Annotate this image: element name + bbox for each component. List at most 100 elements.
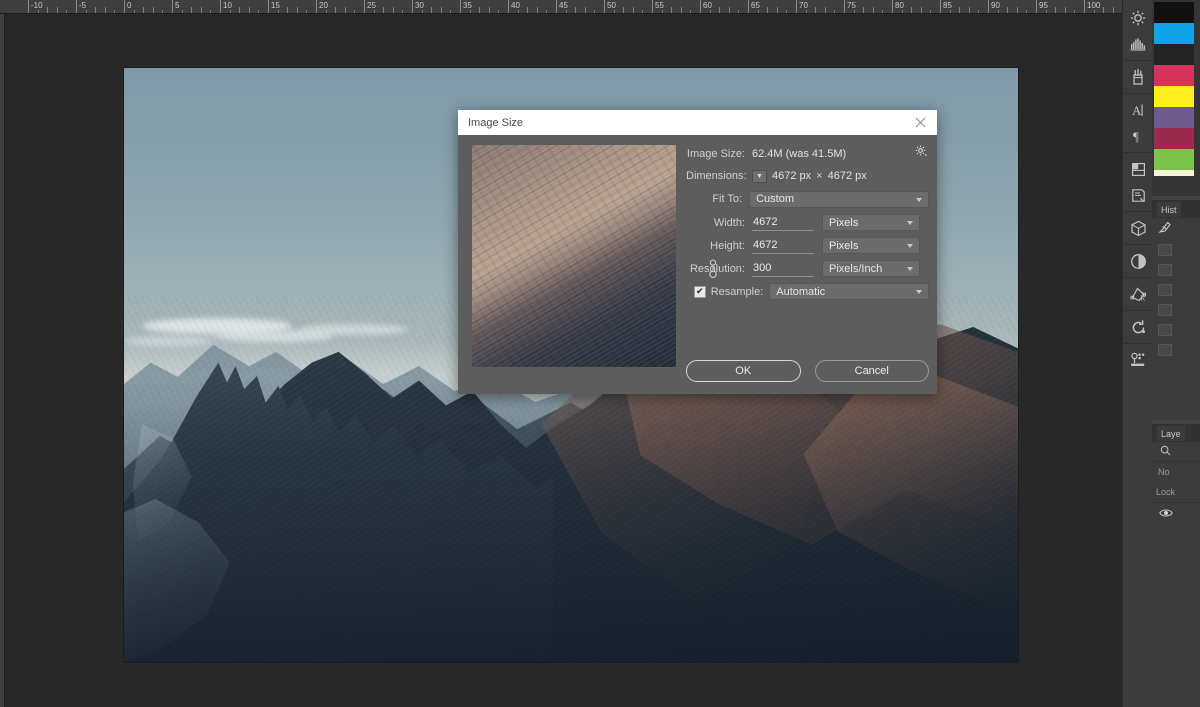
horizontal-ruler[interactable]: -10 -5 0 5 10 15 20 25 30 35 40 45 50 55 60 65 70 75 80 85 9… [0,0,1152,14]
swatch-color[interactable] [1154,128,1194,149]
ruler-label: -10 [31,1,43,10]
search-icon[interactable] [1160,445,1171,459]
fit-to-value: Custom [756,193,794,205]
ruler-minor-tick [469,10,471,13]
paths-icon[interactable]: R [1123,281,1153,307]
resolution-input[interactable] [752,260,814,277]
eye-icon[interactable] [1159,508,1173,521]
ruler-minor-tick [728,7,730,13]
swatch-color[interactable] [1154,149,1194,170]
history-panel-tabbar: Hist [1152,200,1200,218]
height-input[interactable] [752,237,814,254]
ruler-minor-tick [306,10,308,13]
ruler-minor-tick [383,7,385,13]
adjustments-icon[interactable] [1123,5,1153,31]
width-label: Width: [713,216,745,229]
swatch-color[interactable] [1154,2,1194,23]
ruler-minor-tick [815,7,817,13]
cancel-button[interactable]: Cancel [814,360,929,382]
image-preview-thumbnail[interactable] [472,145,676,367]
blend-mode-select[interactable]: No [1152,462,1200,482]
ruler-minor-tick [191,7,193,13]
ruler-minor-tick [143,7,145,13]
layer-list-item[interactable] [1152,502,1200,526]
height-unit-select[interactable]: Pixels [822,237,920,254]
history-item[interactable] [1152,340,1200,360]
swatches-panel[interactable] [1152,0,1200,196]
actions-icon[interactable] [1123,347,1153,373]
notes-icon[interactable] [1123,182,1153,208]
ok-button[interactable]: OK [686,360,801,382]
resolution-unit-select[interactable]: Pixels/Inch [822,260,920,277]
ruler-minor-tick [85,10,87,13]
swatch-color[interactable] [1154,86,1194,107]
dock-group-3d [1123,212,1152,245]
ruler-minor-tick [786,10,788,13]
swatch-color[interactable] [1154,170,1194,176]
image-size-label: Image Size: [686,148,745,160]
three-d-cube-icon[interactable] [1123,215,1153,241]
snapshot-brush-icon [1158,220,1172,239]
ruler-minor-tick [632,7,634,13]
ruler-minor-tick [1007,7,1009,13]
fit-to-row: Fit To: Custom [686,187,929,211]
swatch-color[interactable] [1154,23,1194,44]
resolution-label: Resolution: [689,262,745,275]
svg-text:¶: ¶ [1133,129,1139,144]
ruler-minor-tick [671,7,673,13]
ruler-minor-tick [776,7,778,13]
panel-dock-rail: A ¶ R [1122,0,1152,707]
swatch-color[interactable] [1154,107,1194,128]
history-item[interactable] [1152,260,1200,280]
ruler-minor-tick [978,10,980,13]
dialog-titlebar[interactable]: Image Size [458,110,937,135]
history-item[interactable] [1152,240,1200,260]
chevron-down-icon[interactable]: ▼ [752,169,767,183]
fit-to-select[interactable]: Custom [749,190,929,208]
ruler-minor-tick [824,7,826,13]
tab-layers[interactable]: Laye [1157,425,1185,441]
levels-histogram-icon[interactable] [1123,31,1153,57]
character-icon[interactable]: A [1123,97,1153,123]
resample-value: Automatic [776,285,826,298]
ruler-minor-tick [229,10,231,13]
ruler-minor-tick [152,7,154,13]
history-snapshot-row[interactable] [1152,218,1200,240]
layer-comps-icon[interactable] [1123,156,1153,182]
dock-group-libraries [1123,61,1152,94]
paragraph-icon[interactable]: ¶ [1123,123,1153,149]
layers-filter-row[interactable] [1152,442,1200,462]
ruler-minor-tick [181,10,183,13]
image-size-dialog[interactable]: Image Size Image Size: 62.4M (was 41.5M)… [458,110,937,394]
width-input[interactable] [752,214,814,231]
ruler-minor-tick [66,10,68,13]
ruler-minor-tick [690,10,692,13]
history-item[interactable] [1152,280,1200,300]
adjustments-half-circle-icon[interactable] [1123,248,1153,274]
ruler-minor-tick [479,7,481,13]
ruler-minor-tick [642,10,644,13]
resample-select[interactable]: Automatic [769,283,929,300]
libraries-brushes-icon[interactable] [1123,64,1153,90]
history-circular-arrow-icon[interactable] [1123,314,1153,340]
dimensions-height-value: 4672 px [827,170,867,182]
swatch-color[interactable] [1154,44,1194,65]
ruler-minor-tick [239,7,241,13]
width-unit-value: Pixels [829,216,859,229]
height-row: Height: Pixels [686,234,929,257]
close-icon[interactable] [911,114,929,132]
resolution-row: Resolution: Pixels/Inch [686,257,929,280]
height-label: Height: [710,239,745,252]
history-item[interactable] [1152,320,1200,340]
ruler-minor-tick [767,7,769,13]
resample-checkbox[interactable]: ✔ [694,285,706,298]
ruler-minor-tick [594,10,596,13]
gear-icon[interactable] [915,145,927,159]
tab-history[interactable]: Hist [1157,201,1181,217]
layer-lock-row[interactable]: Lock [1152,482,1200,502]
ruler-minor-tick [661,10,663,13]
swatch-color[interactable] [1154,65,1194,86]
history-item[interactable] [1152,300,1200,320]
svg-text:R: R [1140,294,1145,302]
width-unit-select[interactable]: Pixels [822,214,920,231]
